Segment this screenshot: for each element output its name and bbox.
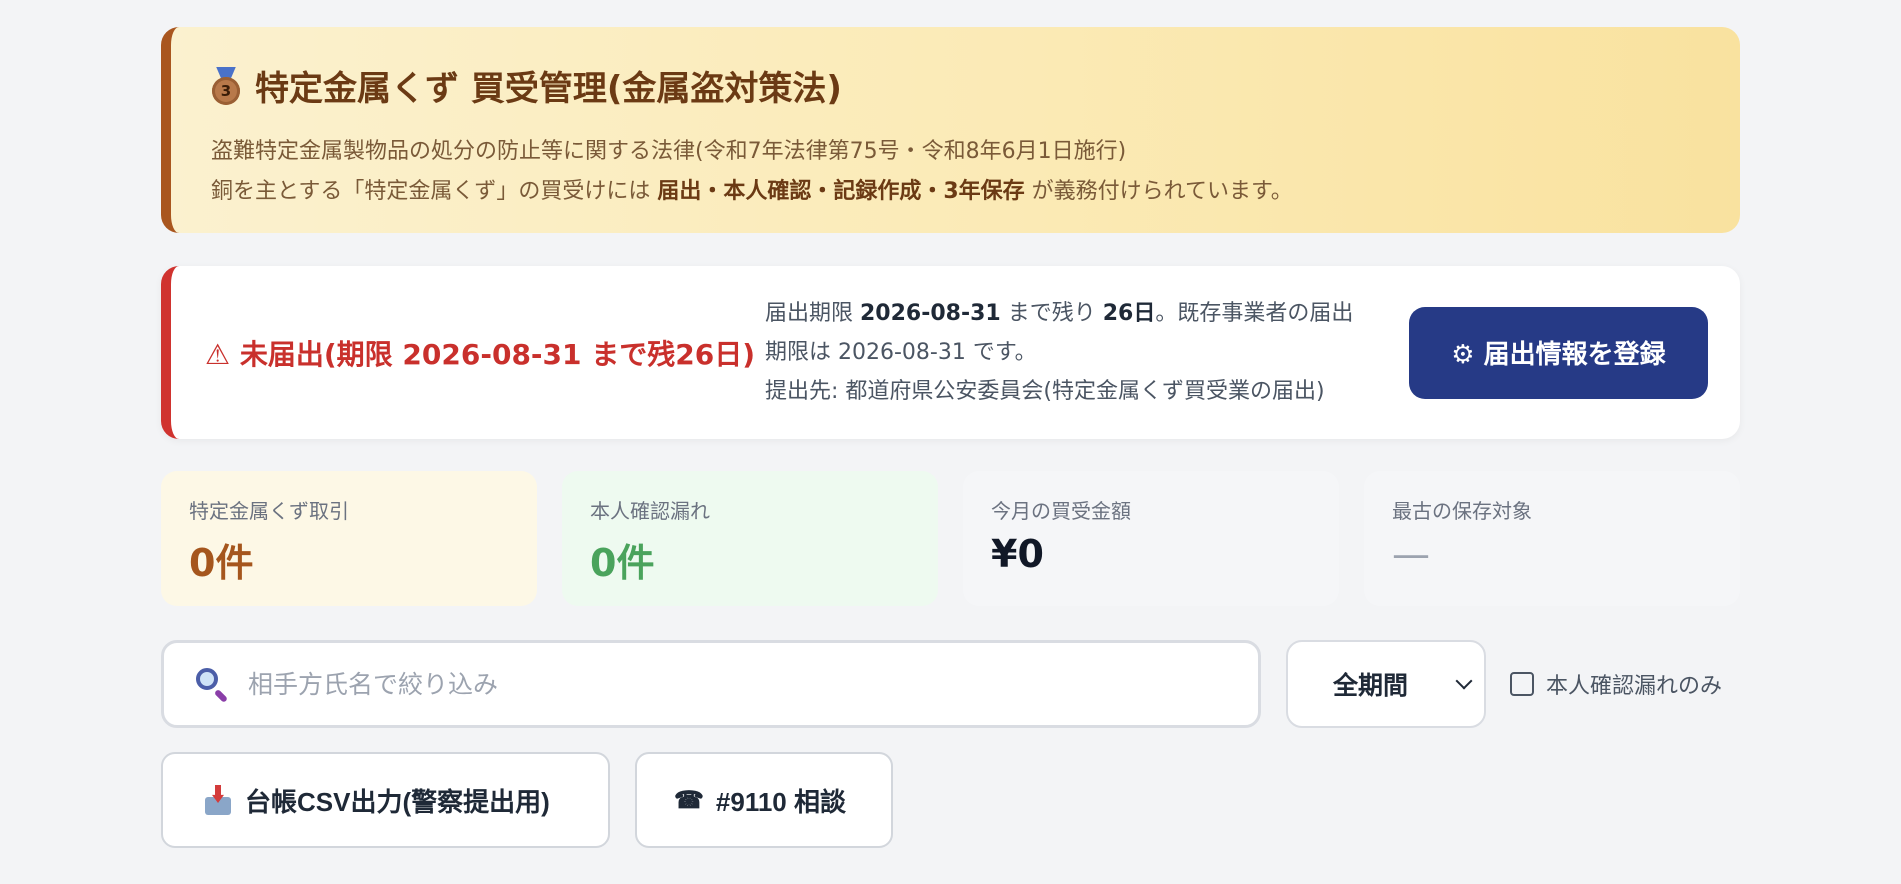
gear-icon: ⚙	[1451, 340, 1475, 370]
page-title-text: 特定金属くず 買受管理(金属盗対策法)	[255, 69, 842, 109]
period-select[interactable]: 全期間	[1286, 640, 1486, 728]
register-filing-label: 届出情報を登録	[1483, 340, 1666, 370]
search-icon	[194, 666, 230, 704]
alert-title-text: 未届出(期限 2026-08-31 まで残26日)	[239, 337, 756, 371]
law-info-banner: 3 特定金属くず 買受管理(金属盗対策法) 盗難特定金属製物品の処分の防止等に関…	[161, 27, 1740, 233]
stat-card-transactions: 特定金属くず取引 0件	[161, 471, 537, 606]
stat-label: 今月の買受金額	[991, 499, 1131, 523]
search-box	[161, 640, 1261, 728]
export-csv-label: 台帳CSV出力(警察提出用)	[245, 786, 550, 817]
consult-9110-button[interactable]: ☎ #9110 相談	[635, 752, 893, 848]
page-title: 3 特定金属くず 買受管理(金属盗対策法)	[211, 61, 1700, 110]
stat-value: 0件	[590, 541, 655, 585]
law-name: 盗難特定金属製物品の処分の防止等に関する法律(令和7年法律第75号・令和8年6月…	[211, 139, 1127, 164]
export-csv-button[interactable]: 台帳CSV出力(警察提出用)	[161, 752, 610, 848]
page: 3 特定金属くず 買受管理(金属盗対策法) 盗難特定金属製物品の処分の防止等に関…	[161, 0, 1740, 848]
phone-icon: ☎	[674, 786, 704, 814]
register-filing-button[interactable]: ⚙ 届出情報を登録	[1409, 306, 1708, 399]
search-input[interactable]	[246, 668, 1250, 700]
bronze-medal-icon: 3	[211, 66, 241, 105]
checkbox-label: 本人確認漏れのみ	[1546, 674, 1723, 699]
stat-label: 最古の保存対象	[1392, 499, 1532, 523]
alert-description: 届出期限 2026-08-31 まで残り 26日。既存事業者の届出期限は 202…	[765, 294, 1375, 411]
stat-label: 特定金属くず取引	[189, 499, 349, 523]
submission-target: 提出先: 都道府県公安委員会(特定金属くず買受業の届出)	[765, 379, 1325, 404]
days-remaining: 26日	[1102, 301, 1156, 326]
stat-label: 本人確認漏れ	[590, 499, 710, 523]
filter-bar: 全期間 本人確認漏れのみ	[161, 640, 1740, 728]
inbox-tray-icon	[205, 785, 231, 815]
registration-alert: ⚠ 未届出(期限 2026-08-31 まで残26日) 届出期限 2026-08…	[161, 266, 1740, 439]
stat-value: —	[1392, 532, 1430, 576]
law-description: 盗難特定金属製物品の処分の防止等に関する法律(令和7年法律第75号・令和8年6月…	[211, 132, 1700, 212]
consult-label: #9110 相談	[715, 786, 846, 817]
stat-card-id-check-missing: 本人確認漏れ 0件	[562, 471, 938, 606]
stat-card-oldest-retention: 最古の保存対象 —	[1364, 471, 1740, 606]
stats-row: 特定金属くず取引 0件 本人確認漏れ 0件 今月の買受金額 ¥0 最古の保存対象…	[161, 471, 1740, 606]
period-selected-value: 全期間	[1333, 671, 1409, 700]
deadline-date: 2026-08-31	[860, 301, 1001, 326]
checkbox[interactable]	[1510, 672, 1534, 696]
action-row: 台帳CSV出力(警察提出用) ☎ #9110 相談	[161, 752, 1740, 848]
stat-value: ¥0	[991, 532, 1044, 576]
obligation-highlight: 届出・本人確認・記録作成・3年保存	[657, 179, 1025, 204]
deadline-text: 届出期限 2026-08-31 まで残り 26日。既存事業者の届出期限は 202…	[765, 301, 1354, 365]
stat-value: 0件	[189, 541, 254, 585]
chevron-down-icon	[1455, 672, 1473, 690]
warning-icon: ⚠	[205, 337, 231, 371]
obligation-text: 銅を主とする「特定金属くず」の買受けには 届出・本人確認・記録作成・3年保存 が…	[211, 179, 1293, 204]
alert-title: ⚠ 未届出(期限 2026-08-31 まで残26日)	[205, 333, 765, 373]
id-check-missing-filter[interactable]: 本人確認漏れのみ	[1510, 668, 1722, 700]
stat-card-monthly-amount: 今月の買受金額 ¥0	[963, 471, 1339, 606]
